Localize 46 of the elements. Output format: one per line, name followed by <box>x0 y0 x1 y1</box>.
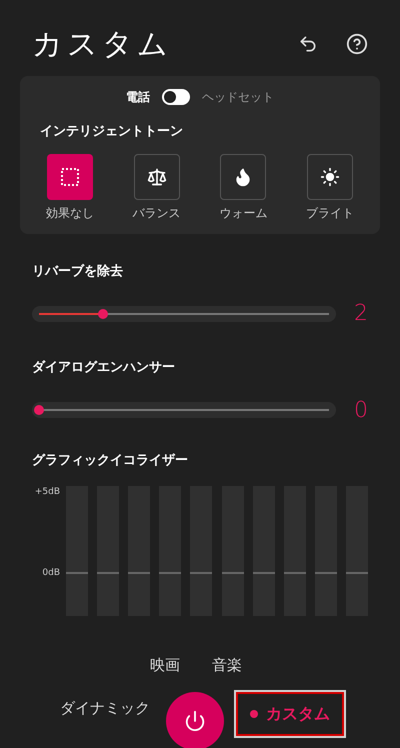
undo-icon <box>298 34 318 54</box>
tone-button[interactable] <box>134 154 180 200</box>
band-level-marker[interactable] <box>222 572 244 574</box>
slider-thumb[interactable] <box>98 308 108 318</box>
tone-label: バランス <box>132 204 181 222</box>
balance-scale-icon <box>146 166 167 186</box>
phone-label: 電話 <box>126 89 150 106</box>
section-title: インテリジェントトーン <box>40 123 184 141</box>
tone-label: ブライト <box>306 204 354 222</box>
band-level-marker[interactable] <box>252 572 275 574</box>
dotted-square-icon <box>61 168 79 186</box>
band-level-marker[interactable] <box>190 572 212 574</box>
tone-label: ウォーム <box>219 204 268 222</box>
headset-label: ヘッドセット <box>202 89 274 106</box>
tone-button[interactable] <box>220 154 266 200</box>
slider-track[interactable] <box>32 402 336 418</box>
slider-title: ダイアログエンハンサー <box>32 359 176 377</box>
undo-button[interactable] <box>298 34 318 54</box>
section-title: グラフィックイコライザー <box>32 452 189 470</box>
help-button[interactable] <box>346 33 368 55</box>
band-level-marker[interactable] <box>66 572 88 574</box>
mode-option[interactable]: 音楽 <box>208 654 246 676</box>
band-level-marker[interactable] <box>159 572 182 574</box>
power-button[interactable] <box>166 692 224 748</box>
axis-label: 0dB <box>42 567 60 580</box>
band-level-marker[interactable] <box>128 572 150 574</box>
band-level-marker[interactable] <box>346 572 368 574</box>
power-icon <box>184 710 206 732</box>
band-level-marker[interactable] <box>314 572 337 574</box>
slider-value: 0 <box>353 396 368 424</box>
slider-thumb[interactable] <box>34 405 44 415</box>
axis-label: +5dB <box>34 486 60 499</box>
slider-title: リバーブを除去 <box>32 262 124 280</box>
help-icon <box>346 33 368 55</box>
page-title: カスタム <box>32 26 173 64</box>
mode-option[interactable]: 映画 <box>146 654 184 676</box>
slider-track[interactable] <box>32 306 336 322</box>
tone-label: 効果なし <box>46 204 94 222</box>
slider-value: 2 <box>353 300 368 328</box>
band-level-marker[interactable] <box>97 572 120 574</box>
mode-option[interactable]: ダイナミック <box>56 697 154 720</box>
band-level-marker[interactable] <box>284 572 306 574</box>
output-toggle[interactable] <box>162 89 190 105</box>
mode-option[interactable]: カスタム <box>236 692 344 736</box>
sun-icon <box>320 166 340 186</box>
tone-button[interactable] <box>306 154 353 200</box>
